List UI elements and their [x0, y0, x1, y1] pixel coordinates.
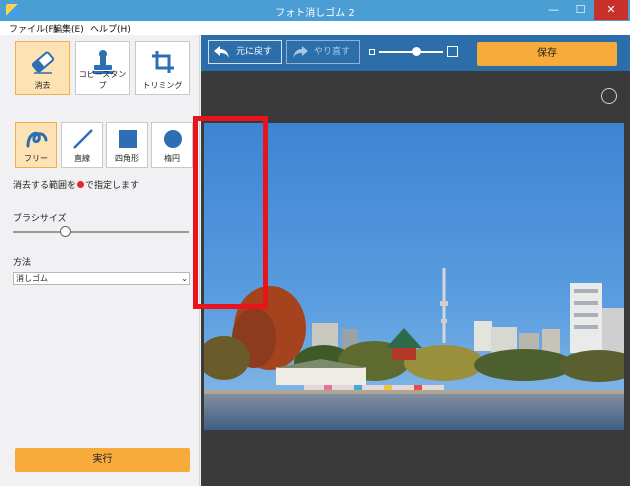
menu-edit[interactable]: 編集(E): [53, 22, 84, 35]
save-button[interactable]: 保存: [477, 42, 617, 66]
zoom-knob[interactable]: [412, 47, 422, 56]
shape-line-button[interactable]: 直線: [61, 122, 103, 168]
method-label: 方法: [13, 258, 32, 268]
editor-panel: 元に戻す やり直す 保存: [193, 35, 630, 486]
eraser-icon: [31, 51, 55, 74]
redo-label: やり直す: [314, 47, 351, 57]
instruction-text: 消去する範囲を で指定します: [13, 178, 139, 191]
tool-crop-label: トリミング: [142, 81, 183, 90]
method-select[interactable]: 消しゴム ⌄: [13, 272, 190, 285]
tool-stamp-label: コピースタンプ: [78, 70, 127, 90]
tool-erase-button[interactable]: 消去: [15, 41, 70, 95]
shape-freehand-button[interactable]: フリー: [15, 122, 57, 168]
red-dot-icon: [77, 181, 85, 188]
undo-arrow-icon: [214, 46, 229, 58]
minimize-button[interactable]: —: [540, 0, 567, 20]
instruction-before: 消去する範囲を: [13, 181, 77, 191]
circle-indicator-icon[interactable]: [601, 88, 617, 104]
crop-icon: [152, 51, 174, 73]
tool-erase-label: 消去: [34, 81, 51, 90]
tool-crop-button[interactable]: トリミング: [135, 41, 190, 95]
brush-size-knob[interactable]: [59, 226, 71, 237]
shape-rectangle-button[interactable]: 四角形: [106, 122, 148, 168]
maximize-button[interactable]: ☐: [567, 0, 594, 20]
zoom-out-icon[interactable]: [369, 49, 375, 55]
zoom-slider[interactable]: [379, 51, 443, 53]
menu-file[interactable]: ファイル(F): [9, 22, 57, 35]
brush-size-slider[interactable]: [13, 231, 189, 233]
window-title: フォト消しゴム 2: [275, 8, 355, 19]
redo-arrow-icon: [293, 46, 308, 58]
ellipse-icon: [164, 130, 182, 148]
rectangle-icon: [119, 130, 137, 148]
title-bar: フォト消しゴム 2 — ☐ ✕: [0, 0, 630, 21]
close-button[interactable]: ✕: [594, 0, 628, 20]
instruction-after: で指定します: [85, 181, 140, 191]
freehand-icon: [26, 131, 48, 148]
method-selected: 消しゴム: [16, 274, 48, 283]
shape-freehand-label: フリー: [24, 154, 48, 163]
chevron-down-icon: ⌄: [181, 274, 188, 283]
left-panel: 消去 コピースタンプ トリミング フリー 直線 四角形 楕円 消去する範囲を で…: [0, 35, 200, 486]
menu-bar: ファイル(F) 編集(E) ヘルプ(H): [0, 21, 630, 35]
undo-button[interactable]: 元に戻す: [208, 40, 282, 64]
undo-label: 元に戻す: [236, 47, 273, 57]
editor-toolbar: 元に戻す やり直す 保存: [201, 35, 630, 71]
shape-rectangle-label: 四角形: [115, 154, 139, 163]
brush-size-label: ブラシサイズ: [13, 214, 67, 224]
run-button[interactable]: 実行: [15, 448, 190, 472]
selection-rectangle[interactable]: [193, 116, 268, 309]
shape-ellipse-label: 楕円: [164, 154, 180, 163]
shape-line-label: 直線: [74, 154, 90, 163]
tool-stamp-button[interactable]: コピースタンプ: [75, 41, 130, 95]
menu-help[interactable]: ヘルプ(H): [90, 22, 131, 35]
line-icon: [73, 129, 93, 149]
zoom-in-icon[interactable]: [447, 46, 458, 57]
redo-button[interactable]: やり直す: [286, 40, 360, 64]
shape-ellipse-button[interactable]: 楕円: [151, 122, 193, 168]
